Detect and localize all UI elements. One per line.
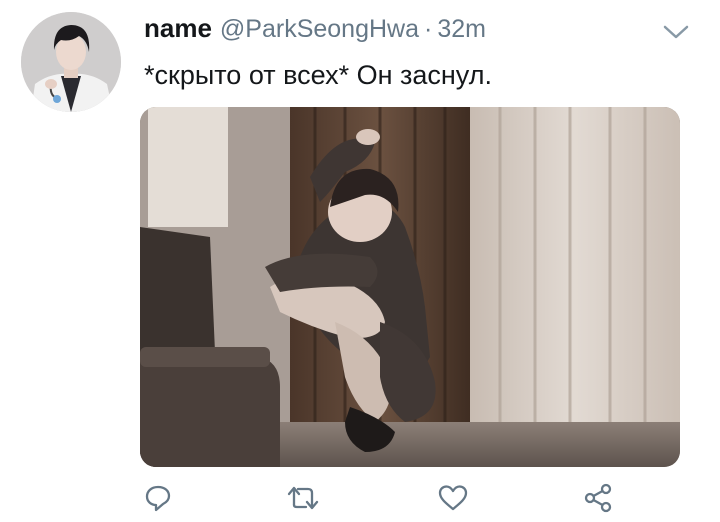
timestamp[interactable]: 32m [437, 15, 486, 44]
share-nodes-icon [584, 483, 612, 513]
tweet-actions [140, 480, 620, 516]
tweet: name @ParkSeongHwa · 32m *скрыто от всех… [0, 0, 720, 522]
chevron-down-icon[interactable] [662, 22, 690, 42]
tweet-photo[interactable] [140, 107, 680, 467]
tweet-header: name @ParkSeongHwa · 32m [144, 13, 660, 47]
avatar-photo-icon [21, 12, 121, 112]
share-button[interactable] [580, 480, 616, 516]
speech-bubble-icon [145, 485, 171, 512]
tweet-text: *скрыто от всех* Он заснул. [144, 60, 492, 90]
reply-button[interactable] [140, 480, 176, 516]
separator-dot: · [424, 15, 433, 43]
like-button[interactable] [435, 480, 471, 516]
user-handle[interactable]: @ParkSeongHwa [220, 15, 419, 44]
retweet-arrows-icon [287, 486, 319, 510]
avatar[interactable] [21, 12, 121, 112]
heart-icon [438, 485, 468, 511]
photo-person-sitting-icon [140, 107, 680, 467]
retweet-button[interactable] [285, 480, 321, 516]
display-name[interactable]: name [144, 13, 212, 44]
